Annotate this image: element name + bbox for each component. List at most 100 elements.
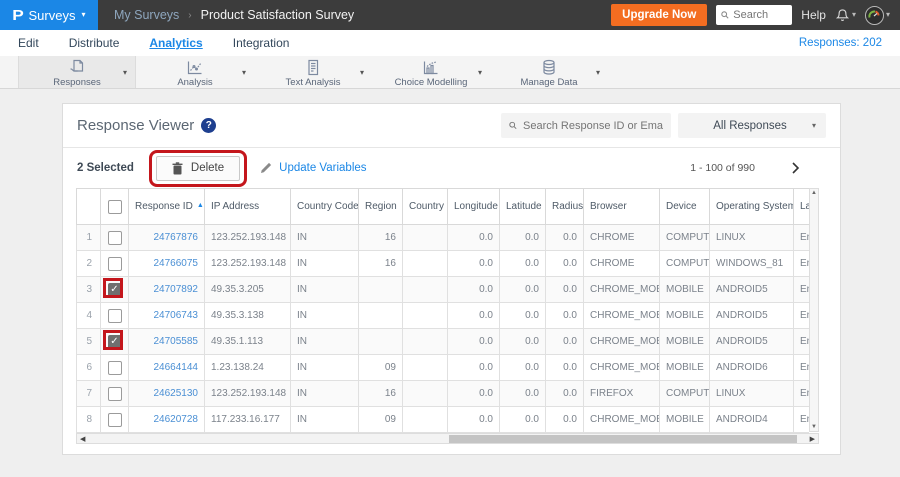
ip-address-cell: 123.252.193.148 [204,380,291,407]
response-id-link[interactable]: 24706743 [128,302,205,329]
response-id-link[interactable]: 24767876 [128,224,205,251]
update-variables-button[interactable]: Update Variables [260,162,367,174]
column-header[interactable]: Country Code [290,188,359,225]
column-header[interactable]: Device [659,188,710,225]
brand-logo-icon: P [11,6,24,24]
country-code-cell: IN [290,224,359,251]
row-number: 3 [76,276,101,303]
country-code-cell: IN [290,250,359,277]
radius-cell: 0.0 [545,224,584,251]
row-number: 8 [76,406,101,433]
row-checkbox[interactable] [107,412,122,427]
breadcrumb-my-surveys[interactable]: My Surveys [114,8,179,22]
column-header[interactable]: IP Address [204,188,291,225]
row-checkbox[interactable]: ✓ [102,277,123,298]
tab-distribute[interactable]: Distribute [69,36,120,50]
column-header[interactable]: Browser [583,188,660,225]
upgrade-now-button[interactable]: Upgrade Now [611,4,708,26]
toolbar-item-manage-data[interactable]: Manage Data ▾ [490,56,608,88]
select-all-checkbox[interactable] [107,199,122,214]
toolbar-item-analysis[interactable]: Analysis ▾ [136,56,254,88]
bulk-action-bar: 2 Selected Delete Update Variables 1 - 1… [63,148,840,188]
column-header[interactable]: Radius [545,188,584,225]
response-id-link[interactable]: 24766075 [128,250,205,277]
vertical-scrollbar[interactable]: ▲ ▼ [809,188,819,432]
toolbar-item-label: Analysis [177,76,213,88]
toolbar-item-responses[interactable]: Responses ▾ [18,56,136,88]
tab-edit[interactable]: Edit [18,36,39,50]
scroll-right-icon[interactable]: ▶ [810,435,815,443]
scroll-left-icon[interactable]: ◀ [80,435,85,443]
country-code-cell: IN [290,406,359,433]
selected-count: 2 Selected [77,162,134,174]
country-cell [402,250,448,277]
column-header[interactable]: Longitude [447,188,500,225]
tab-analytics[interactable]: Analytics [149,36,202,50]
chevron-down-icon[interactable]: ▾ [596,68,600,77]
response-viewer-panel: Response Viewer ? All Responses ▾ 2 Sele… [62,103,841,455]
response-id-link[interactable]: 24620728 [128,406,205,433]
row-checkbox[interactable] [107,308,122,323]
help-badge-icon[interactable]: ? [201,118,217,133]
row-number: 4 [76,302,101,329]
global-search[interactable] [716,5,793,25]
response-search[interactable] [501,113,671,138]
column-header[interactable]: Country [402,188,448,225]
chevron-down-icon[interactable]: ▾ [478,68,482,77]
next-page-button[interactable] [791,162,800,174]
horizontal-scrollbar[interactable]: ◀ ▶ [76,433,819,444]
row-checkbox[interactable]: ✓ [102,329,123,350]
search-icon [721,11,729,19]
response-id-link[interactable]: 24625130 [128,380,205,407]
response-search-input[interactable] [523,119,663,132]
radius-cell: 0.0 [545,276,584,303]
row-checkbox[interactable] [107,256,122,271]
response-id-link[interactable]: 24707892 [128,276,205,303]
response-id-link[interactable]: 24705585 [128,328,205,355]
account-menu[interactable]: ▾ [864,5,890,25]
chevron-down-icon[interactable]: ▾ [360,68,364,77]
toolbar-item-choice-modelling[interactable]: Choice Modelling ▾ [372,56,490,88]
column-header[interactable]: Language [793,188,809,225]
column-header[interactable]: Region [358,188,403,225]
delete-button[interactable]: Delete [155,155,241,181]
row-checkbox[interactable] [107,360,122,375]
language-cell: English [793,250,809,277]
ip-address-cell: 49.35.3.138 [204,302,291,329]
global-search-input[interactable] [733,9,788,21]
table-row: 5 ✓ 24705585 49.35.1.113 IN 0.0 0.0 0.0 CHROME_M… [76,328,809,355]
table-row: 7 24625130 123.252.193.148 IN 16 0.0 0.0 0.0 FIR… [76,380,809,407]
column-header[interactable]: Latitude [499,188,546,225]
select-all-header[interactable] [100,188,129,225]
operating-system-cell: ANDROID5 [709,276,794,303]
row-checkbox[interactable] [107,230,122,245]
ip-address-cell: 123.252.193.148 [204,250,291,277]
radius-cell: 0.0 [545,328,584,355]
analytics-toolbar: Responses ▾ Analysis ▾ Text Analysis ▾ C… [0,56,900,89]
country-cell [402,354,448,381]
panel-header: Response Viewer ? All Responses ▾ [63,104,840,148]
column-header[interactable]: Operating System [709,188,794,225]
horizontal-scroll-thumb[interactable] [449,435,797,443]
tab-integration[interactable]: Integration [233,36,290,50]
row-checkbox[interactable] [107,386,122,401]
responses-filter-dropdown[interactable]: All Responses ▾ [678,113,826,138]
device-cell: MOBILE [659,354,710,381]
scroll-down-icon[interactable]: ▼ [811,424,817,430]
response-id-link[interactable]: 24664144 [128,354,205,381]
longitude-cell: 0.0 [447,354,500,381]
table-row: 8 24620728 117.233.16.177 IN 09 0.0 0.0 0.0 CHRO… [76,406,809,433]
product-menu[interactable]: P Surveys ▾ [0,0,98,30]
chevron-down-icon[interactable]: ▾ [242,68,246,77]
bell-icon [835,8,850,21]
toolbar-item-label: Choice Modelling [394,76,468,88]
help-link[interactable]: Help [801,8,826,22]
ip-address-cell: 49.35.3.205 [204,276,291,303]
operating-system-cell: ANDROID6 [709,354,794,381]
column-header[interactable]: Response ID ▲ [128,188,205,225]
scroll-up-icon[interactable]: ▲ [811,190,817,196]
responses-count[interactable]: Responses: 202 [799,37,882,49]
toolbar-item-text-analysis[interactable]: Text Analysis ▾ [254,56,372,88]
notifications-button[interactable]: ▾ [835,8,856,23]
chevron-down-icon[interactable]: ▾ [123,68,127,77]
